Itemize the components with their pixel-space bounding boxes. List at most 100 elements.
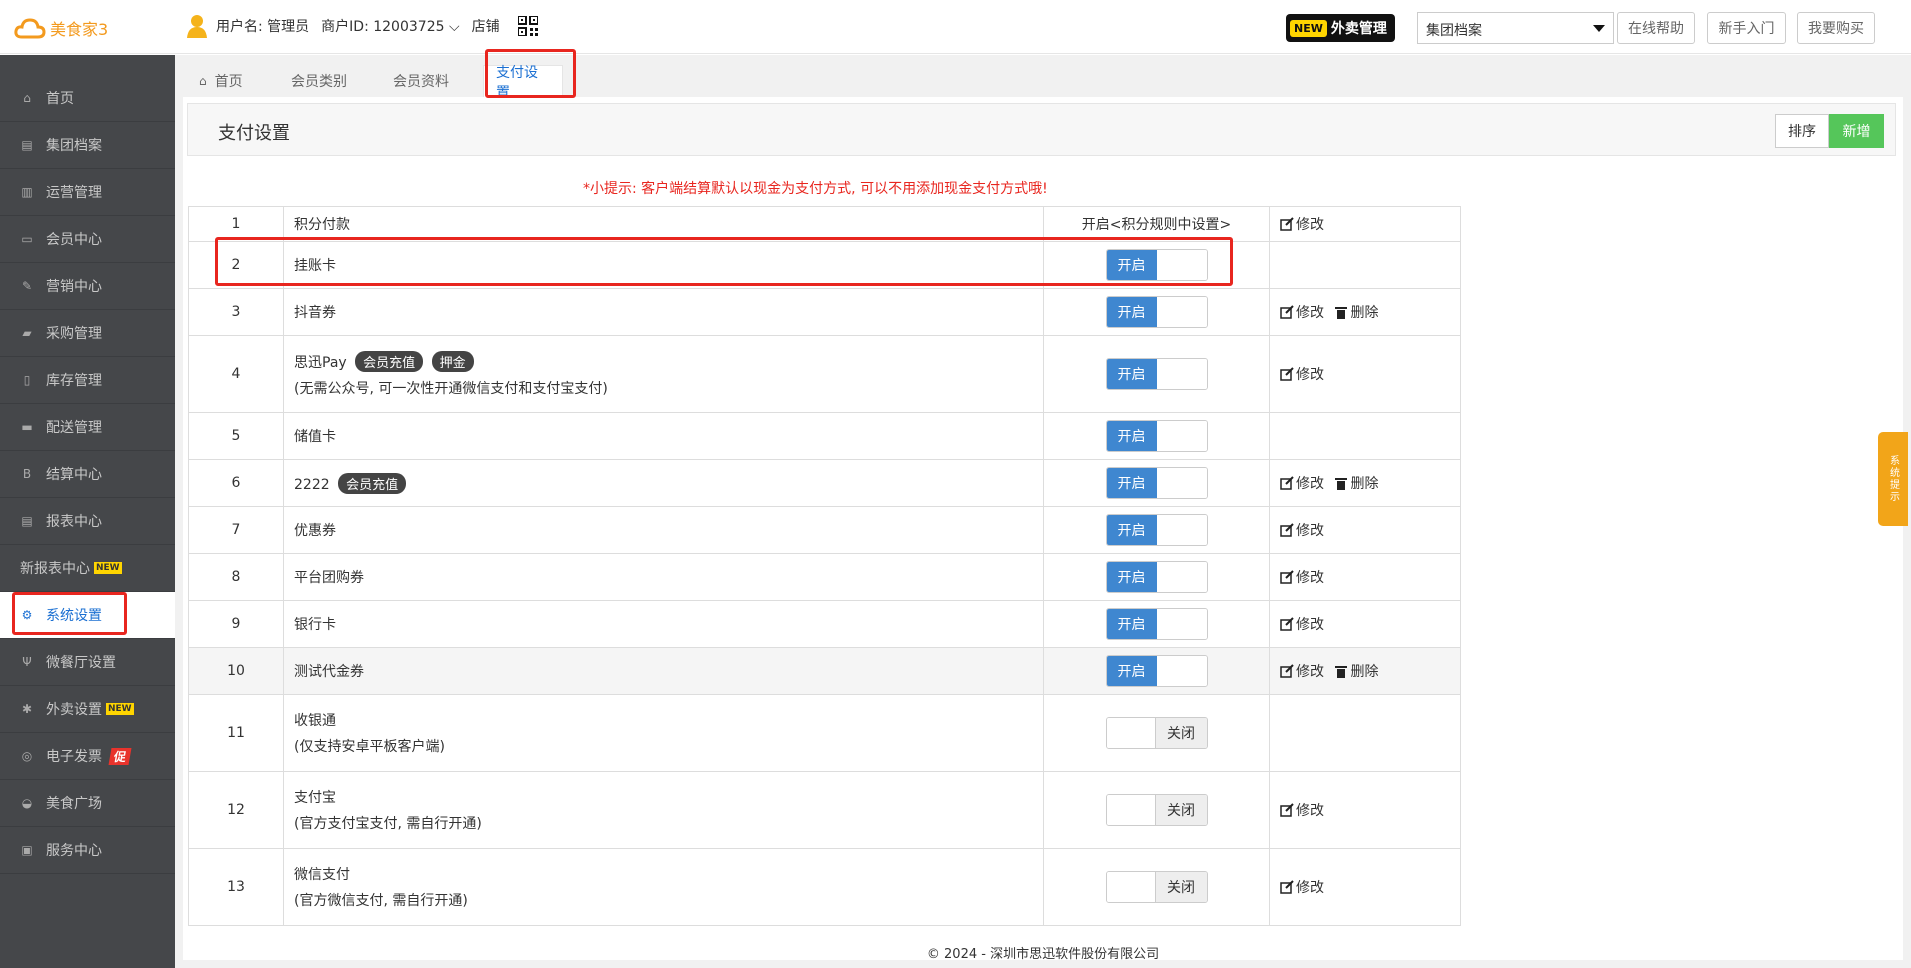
toggle-cell: 开启	[1043, 241, 1270, 289]
edit-button[interactable]: 修改	[1280, 473, 1324, 493]
edit-icon	[1280, 802, 1294, 817]
sidebar-item-service-center[interactable]: ▣ 服务中心	[0, 827, 175, 874]
toggle-on-label: 开启	[1106, 297, 1157, 327]
edit-button[interactable]: 修改	[1280, 567, 1324, 587]
toggle-on-label: 开启	[1106, 468, 1157, 498]
status-toggle[interactable]: 开启	[1105, 249, 1208, 281]
edit-button[interactable]: 修改	[1280, 302, 1324, 322]
toggle-cell: 开启	[1043, 553, 1270, 601]
sidebar-item-delivery[interactable]: ▬ 配送管理	[0, 404, 175, 451]
sidebar-item-marketing[interactable]: ✎ 营销中心	[0, 263, 175, 310]
status-toggle[interactable]: 开启	[1105, 655, 1208, 687]
home-icon: ⌂	[199, 74, 207, 88]
sidebar-item-micro-restaurant[interactable]: Ψ 微餐厅设置	[0, 639, 175, 686]
tag-member-recharge: 会员充值	[355, 350, 424, 372]
toggle-cell: 开启	[1043, 412, 1270, 460]
payment-name-cell: 收银通 (仅支持安卓平板客户端)	[283, 694, 1044, 772]
sidebar-item-food-plaza[interactable]: ◒ 美食广场	[0, 780, 175, 827]
sidebar-item-system-settings[interactable]: ⚙ 系统设置	[0, 592, 175, 639]
qrcode-icon[interactable]	[517, 16, 538, 36]
sidebar-item-label: 服务中心	[46, 843, 102, 859]
sidebar-item-settlement[interactable]: B 结算中心	[0, 451, 175, 498]
edit-button[interactable]: 修改	[1280, 661, 1324, 681]
status-toggle[interactable]: 开启	[1105, 514, 1208, 546]
brand-name: 美食家3	[50, 20, 109, 39]
sidebar-item-member-center[interactable]: ▭ 会员中心	[0, 216, 175, 263]
edit-button[interactable]: 修改	[1280, 214, 1324, 234]
invoice-icon: ◎	[21, 749, 33, 763]
online-help-button[interactable]: 在线帮助	[1617, 12, 1695, 44]
edit-button[interactable]: 修改	[1280, 614, 1324, 634]
takeout-label: 外卖管理	[1330, 21, 1387, 37]
sidebar-item-takeout-settings[interactable]: ✱ 外卖设置 NEW	[0, 686, 175, 733]
beginner-guide-button[interactable]: 新手入门	[1707, 12, 1786, 44]
payment-name: 测试代金券	[283, 647, 1044, 695]
edit-icon	[1280, 522, 1294, 537]
edit-label: 修改	[1296, 522, 1324, 539]
edit-button[interactable]: 修改	[1280, 520, 1324, 540]
toggle-on-label: 开启	[1106, 250, 1157, 280]
status-toggle[interactable]: 关闭	[1105, 871, 1208, 903]
status-toggle[interactable]: 开启	[1105, 296, 1208, 328]
merchant-id-dropdown[interactable]: 商户ID: 12003725 ⌵	[321, 16, 459, 36]
table-row: 9 银行卡 开启 修改	[188, 600, 1461, 648]
sidebar-item-operations[interactable]: ▥ 运营管理	[0, 169, 175, 216]
brand-logo[interactable]: 美食家3	[14, 16, 108, 40]
edit-button[interactable]: 修改	[1280, 877, 1324, 897]
payment-name: 积分付款	[283, 206, 1044, 242]
system-tip-tab[interactable]: 系统提示	[1878, 432, 1908, 526]
edit-label: 修改	[1296, 879, 1324, 896]
status-toggle[interactable]: 关闭	[1105, 717, 1208, 749]
sidebar-item-label: 库存管理	[46, 373, 102, 389]
sidebar-item-e-invoice[interactable]: ◎ 电子发票促	[0, 733, 175, 780]
tab-member-profile[interactable]: 会员资料	[381, 65, 461, 97]
tip-text: *小提示: 客户端结算默认以现金为支付方式, 可以不用添加现金支付方式哦!	[583, 181, 1048, 197]
row-actions: 修改 删除	[1269, 459, 1461, 507]
sidebar-item-purchase[interactable]: ▰ 采购管理	[0, 310, 175, 357]
tab-member-category[interactable]: 会员类别	[279, 65, 359, 97]
sidebar-item-inventory[interactable]: ▯ 库存管理	[0, 357, 175, 404]
group-select-value: 集团档案	[1426, 23, 1482, 39]
payment-name: 2222	[294, 476, 330, 493]
table-row: 13 微信支付 (官方微信支付, 需自行开通) 关闭 修改	[188, 848, 1461, 926]
delete-button[interactable]: 删除	[1334, 473, 1378, 493]
buy-button[interactable]: 我要购买	[1797, 12, 1875, 44]
tab-label: 会员类别	[291, 74, 347, 90]
table-row: 10 测试代金券 开启 修改 删除	[188, 647, 1461, 695]
status-toggle[interactable]: 开启	[1105, 358, 1208, 390]
payment-name: 抖音券	[283, 288, 1044, 336]
takeout-management-button[interactable]: NEW 外卖管理	[1286, 14, 1395, 42]
sidebar-item-label: 首页	[46, 91, 74, 107]
status-text: 开启<积分规则中设置>	[1043, 206, 1270, 242]
trash-icon	[1335, 306, 1348, 319]
tab-home[interactable]: ⌂ 首页	[187, 65, 255, 97]
add-button[interactable]: 新增	[1829, 114, 1884, 148]
toggle-blank	[1156, 609, 1207, 639]
group-select[interactable]: 集团档案	[1417, 12, 1614, 44]
status-toggle[interactable]: 开启	[1105, 420, 1208, 452]
edit-button[interactable]: 修改	[1280, 364, 1324, 384]
sort-button[interactable]: 排序	[1775, 114, 1829, 148]
delete-button[interactable]: 删除	[1334, 302, 1378, 322]
status-toggle[interactable]: 开启	[1105, 561, 1208, 593]
payment-name: 储值卡	[283, 412, 1044, 460]
page-title: 支付设置	[218, 123, 290, 144]
status-toggle[interactable]: 开启	[1105, 467, 1208, 499]
sidebar-item-home[interactable]: ⌂ 首页	[0, 75, 175, 122]
table-row: 5 储值卡 开启	[188, 412, 1461, 460]
status-toggle[interactable]: 关闭	[1105, 794, 1208, 826]
home-icon: ⌂	[23, 91, 31, 105]
delete-button[interactable]: 删除	[1334, 661, 1378, 681]
payment-name-cell: 微信支付 (官方微信支付, 需自行开通)	[283, 848, 1044, 926]
toggle-blank	[1156, 468, 1207, 498]
sidebar-item-reports[interactable]: ▤ 报表中心	[0, 498, 175, 545]
tab-payment-settings[interactable]: 支付设置	[483, 65, 563, 101]
status-toggle[interactable]: 开启	[1105, 608, 1208, 640]
store-link[interactable]: 店铺	[472, 16, 500, 36]
row-number: 12	[188, 771, 284, 849]
row-number: 13	[188, 848, 284, 926]
sidebar-item-group-archive[interactable]: ▤ 集团档案	[0, 122, 175, 169]
edit-button[interactable]: 修改	[1280, 800, 1324, 820]
sidebar-item-new-reports[interactable]: 新报表中心 NEW	[0, 545, 175, 592]
payment-name: 微信支付	[294, 867, 350, 883]
